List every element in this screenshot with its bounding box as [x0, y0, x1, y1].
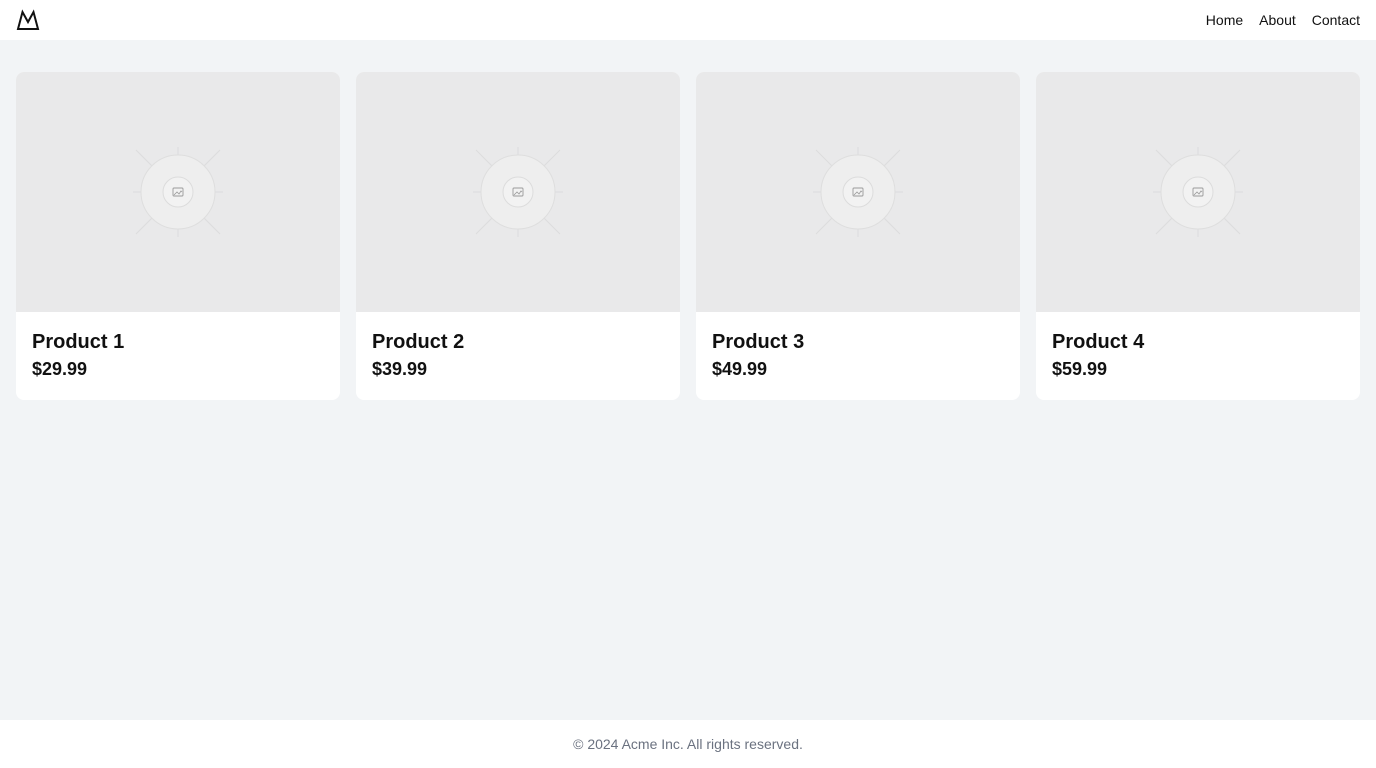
site-header: Home About Contact: [0, 0, 1376, 40]
product-title: Product 2: [372, 331, 465, 353]
product-title: Product 4: [1052, 331, 1145, 353]
nav-link-home[interactable]: Home: [1206, 12, 1243, 28]
product-title: Product 1: [32, 331, 125, 353]
product-card-2[interactable]: Product 2 $39.99: [356, 72, 680, 400]
image-placeholder-icon: [133, 147, 223, 237]
product-price: $29.99: [32, 359, 88, 379]
product-image-placeholder: [1036, 72, 1360, 312]
product-price: $49.99: [712, 359, 768, 379]
nav-link-contact[interactable]: Contact: [1312, 12, 1360, 28]
product-card-3[interactable]: Product 3 $49.99: [696, 72, 1020, 400]
image-placeholder-icon: [813, 147, 903, 237]
product-card-body: Product 4 $59.99: [1036, 312, 1360, 397]
product-price: $39.99: [372, 359, 428, 379]
product-card-1[interactable]: Product 1 $29.99: [16, 72, 340, 400]
product-card-body: Product 1 $29.99: [16, 312, 340, 397]
product-grid: Product 1 $29.99 Product 2 $39.99 Produc…: [16, 72, 1360, 400]
main-nav: Home About Contact: [1206, 12, 1360, 28]
product-image-placeholder: [696, 72, 1020, 312]
site-footer: © 2024 Acme Inc. All rights reserved.: [0, 720, 1376, 768]
copyright-text: © 2024 Acme Inc. All rights reserved.: [573, 736, 803, 752]
product-card-body: Product 3 $49.99: [696, 312, 1020, 397]
product-image-placeholder: [356, 72, 680, 312]
product-title: Product 3: [712, 331, 805, 353]
image-placeholder-icon: [1153, 147, 1243, 237]
product-price: $59.99: [1052, 359, 1108, 379]
product-card-body: Product 2 $39.99: [356, 312, 680, 397]
product-card-4[interactable]: Product 4 $59.99: [1036, 72, 1360, 400]
nav-link-about[interactable]: About: [1259, 12, 1296, 28]
product-image-placeholder: [16, 72, 340, 312]
mountain-logo-icon[interactable]: [16, 8, 40, 32]
image-placeholder-icon: [473, 147, 563, 237]
